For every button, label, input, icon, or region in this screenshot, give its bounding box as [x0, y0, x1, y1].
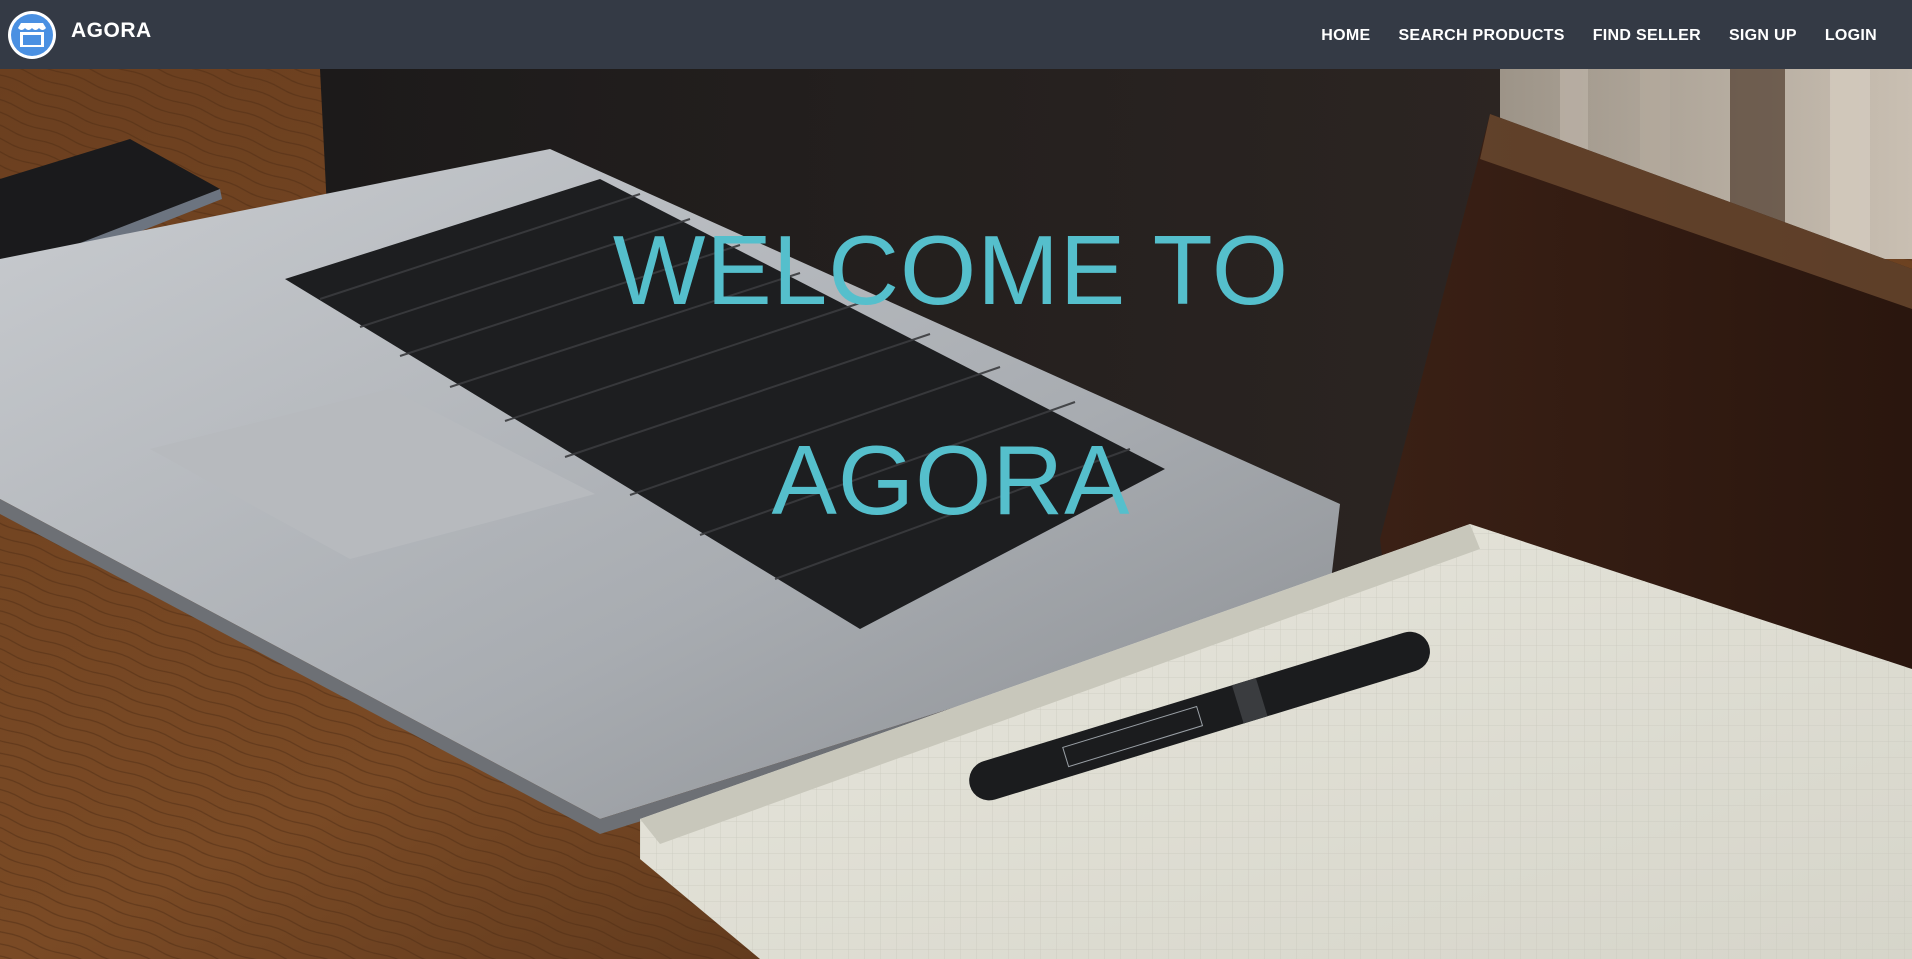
storefront-icon — [8, 10, 56, 59]
main-nav: HOME SEARCH PRODUCTS FIND SELLER SIGN UP… — [1293, 0, 1877, 69]
nav-login-link[interactable]: LOGIN — [1825, 25, 1877, 45]
brand-home-link[interactable]: AGORA — [8, 0, 152, 69]
nav-sign-up-link[interactable]: SIGN UP — [1729, 25, 1797, 45]
hero-section: WELCOME TO AGORA — [0, 69, 1912, 959]
top-navbar: AGORA HOME SEARCH PRODUCTS FIND SELLER S… — [0, 0, 1912, 69]
nav-home-link[interactable]: HOME — [1321, 25, 1370, 45]
brand-name: AGORA — [71, 18, 152, 42]
nav-search-products-link[interactable]: SEARCH PRODUCTS — [1398, 25, 1564, 45]
hero-title: WELCOME TO AGORA — [0, 165, 1902, 585]
nav-find-seller-link[interactable]: FIND SELLER — [1593, 25, 1701, 45]
hero-title-line-1: WELCOME TO — [612, 215, 1290, 325]
hero-title-line-2: AGORA — [771, 425, 1131, 535]
